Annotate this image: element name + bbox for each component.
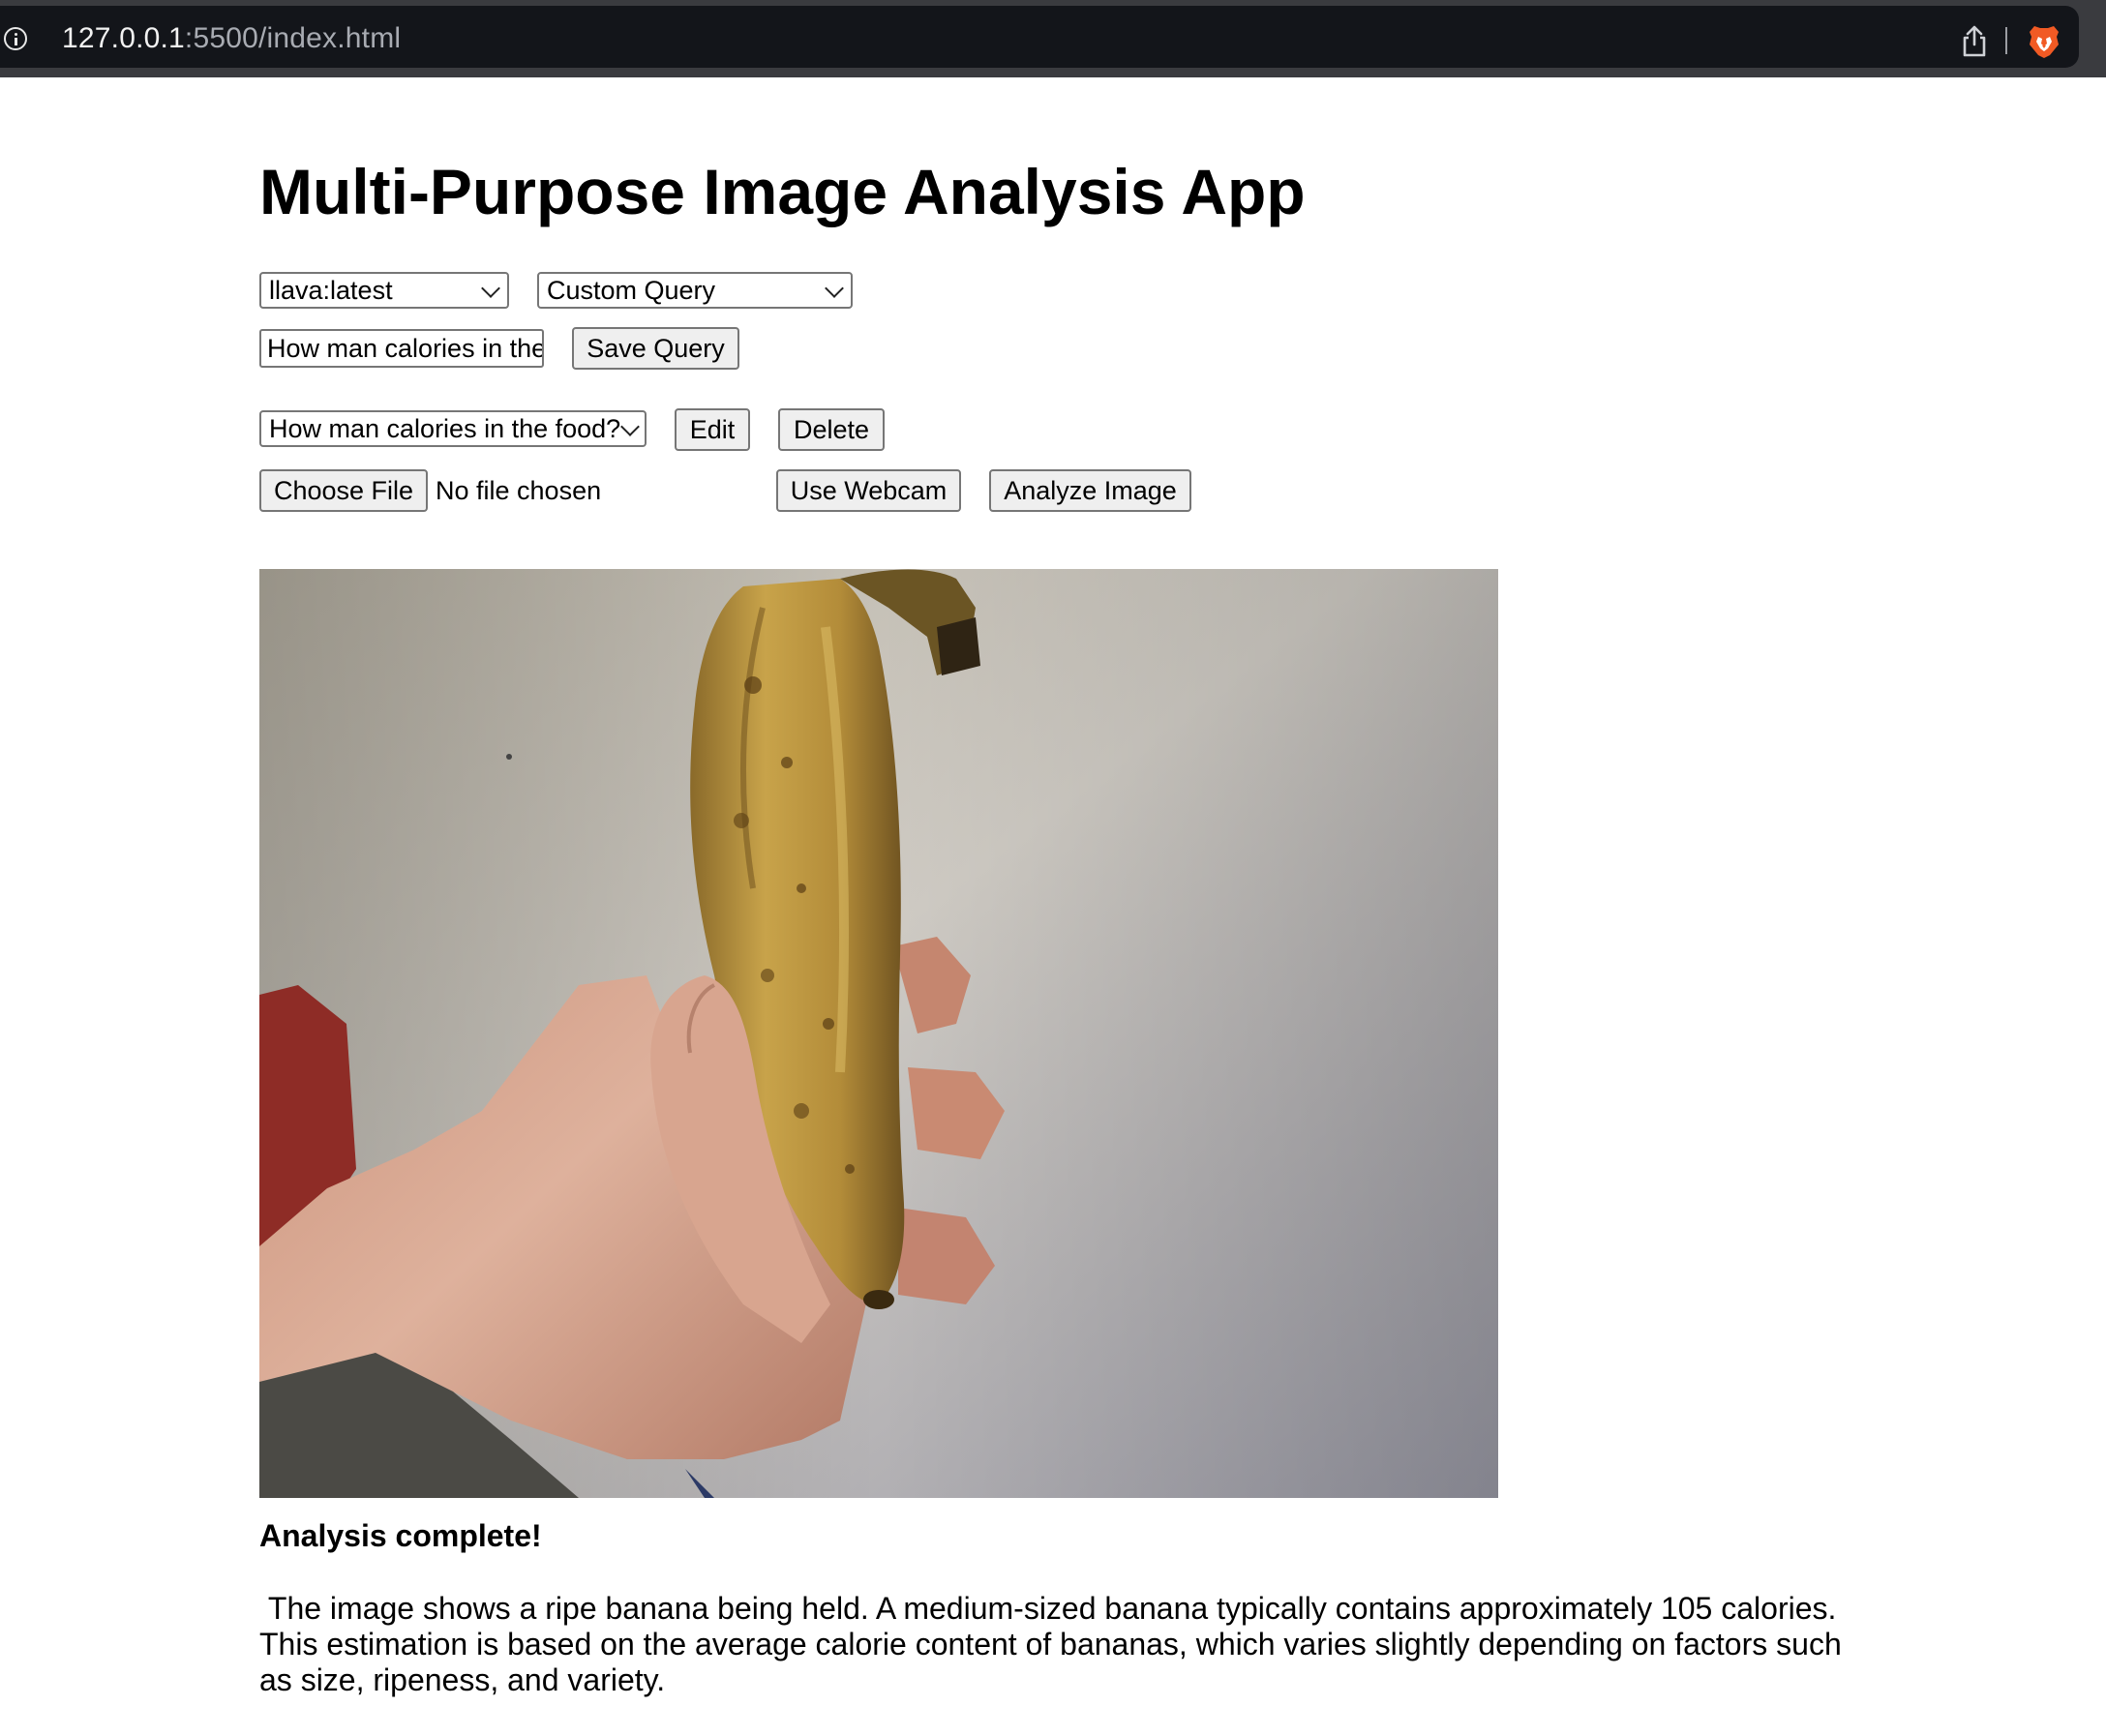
saved-query-select-value: How man calories in the food? — [269, 414, 621, 443]
analysis-status: Analysis complete! — [259, 1518, 542, 1553]
no-file-label: No file chosen — [436, 476, 602, 505]
edit-button[interactable]: Edit — [675, 408, 750, 451]
analyze-image-button[interactable]: Analyze Image — [989, 469, 1191, 512]
toolbar-divider — [2005, 27, 2007, 54]
brave-lion-icon[interactable] — [2027, 23, 2061, 60]
url-path: :5500/index.html — [184, 22, 402, 54]
share-icon[interactable] — [1959, 23, 1990, 58]
page-title: Multi-Purpose Image Analysis App — [259, 156, 1306, 227]
save-query-button[interactable]: Save Query — [572, 327, 739, 370]
analyzed-image — [259, 569, 1498, 1498]
saved-query-select[interactable]: How man calories in the food? — [259, 410, 647, 447]
query-type-select[interactable]: Custom Query — [537, 272, 853, 309]
url-text[interactable]: 127.0.0.1:5500/index.html — [62, 23, 401, 54]
choose-file-button[interactable]: Choose File — [259, 469, 428, 512]
custom-query-input[interactable]: How man calories in the — [259, 329, 544, 368]
chevron-down-icon — [481, 279, 500, 298]
query-type-select-value: Custom Query — [547, 276, 716, 305]
info-icon[interactable] — [4, 27, 27, 50]
chevron-down-icon — [620, 417, 640, 436]
url-host: 127.0.0.1 — [62, 22, 185, 54]
chevron-down-icon — [825, 279, 844, 298]
delete-button[interactable]: Delete — [778, 408, 885, 451]
banana-photo — [259, 569, 1498, 1498]
address-bar[interactable]: 127.0.0.1:5500/index.html — [0, 6, 2079, 68]
browser-chrome: 127.0.0.1:5500/index.html — [0, 0, 2106, 77]
model-select[interactable]: llava:latest — [259, 272, 509, 309]
use-webcam-button[interactable]: Use Webcam — [776, 469, 961, 512]
model-select-value: llava:latest — [269, 276, 393, 305]
analysis-result-text: The image shows a ripe banana being held… — [259, 1591, 1850, 1697]
